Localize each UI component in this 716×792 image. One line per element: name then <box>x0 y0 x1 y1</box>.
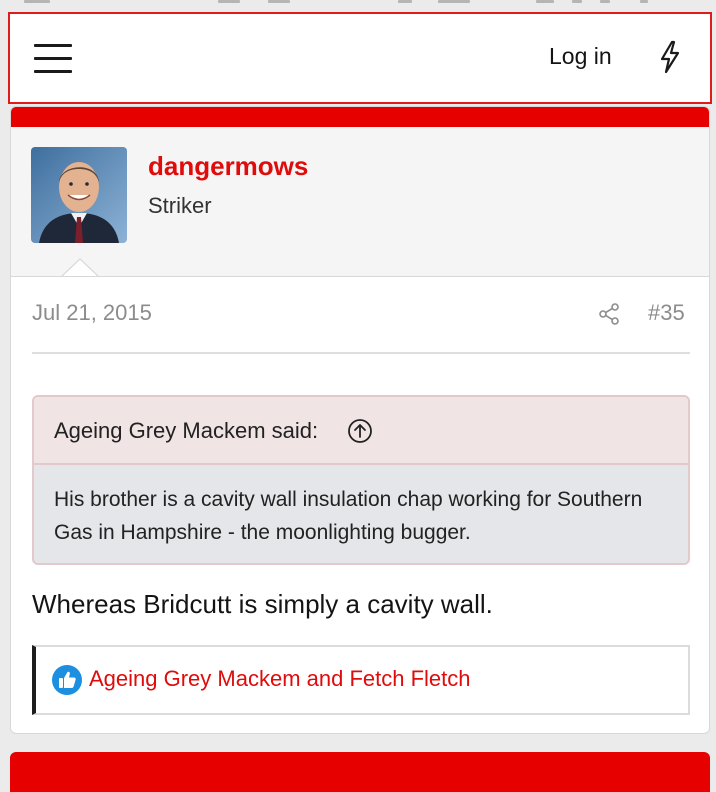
quote-block: Ageing Grey Mackem said: His brother is … <box>32 395 690 565</box>
post-top-bar <box>11 107 709 127</box>
post-body: Whereas Bridcutt is simply a cavity wall… <box>32 589 493 619</box>
share-icon[interactable] <box>597 302 621 326</box>
post-author-name[interactable]: dangermows <box>148 151 308 182</box>
hamburger-menu-icon[interactable] <box>32 43 74 77</box>
post-date[interactable]: Jul 21, 2015 <box>32 300 152 326</box>
thumbs-up-icon <box>52 665 82 695</box>
system-status-bar <box>0 0 716 8</box>
quote-header: Ageing Grey Mackem said: <box>34 397 688 465</box>
arrow-up-circle-icon[interactable] <box>347 418 373 444</box>
quote-author[interactable]: Ageing Grey Mackem said: <box>54 418 318 444</box>
avatar[interactable] <box>31 147 127 243</box>
lightning-bolt-icon[interactable] <box>656 40 684 74</box>
login-link[interactable]: Log in <box>549 43 612 70</box>
user-arrow-decoration <box>61 258 99 278</box>
reactions-bar: Ageing Grey Mackem and Fetch Fletch <box>32 645 690 715</box>
post-meta-divider <box>32 352 690 354</box>
user-info-pane: dangermows Striker <box>11 127 709 278</box>
reaction-users-link[interactable]: Ageing Grey Mackem and Fetch Fletch <box>89 666 471 692</box>
site-header: Log in <box>8 12 712 104</box>
user-pane-divider <box>11 276 709 277</box>
post-card: dangermows Striker Jul 21, 2015 #35 Agei… <box>10 106 710 734</box>
post-number[interactable]: #35 <box>648 300 685 326</box>
user-title: Striker <box>148 193 212 218</box>
quote-text: His brother is a cavity wall insulation … <box>54 488 643 544</box>
next-post-top-bar <box>10 752 710 792</box>
